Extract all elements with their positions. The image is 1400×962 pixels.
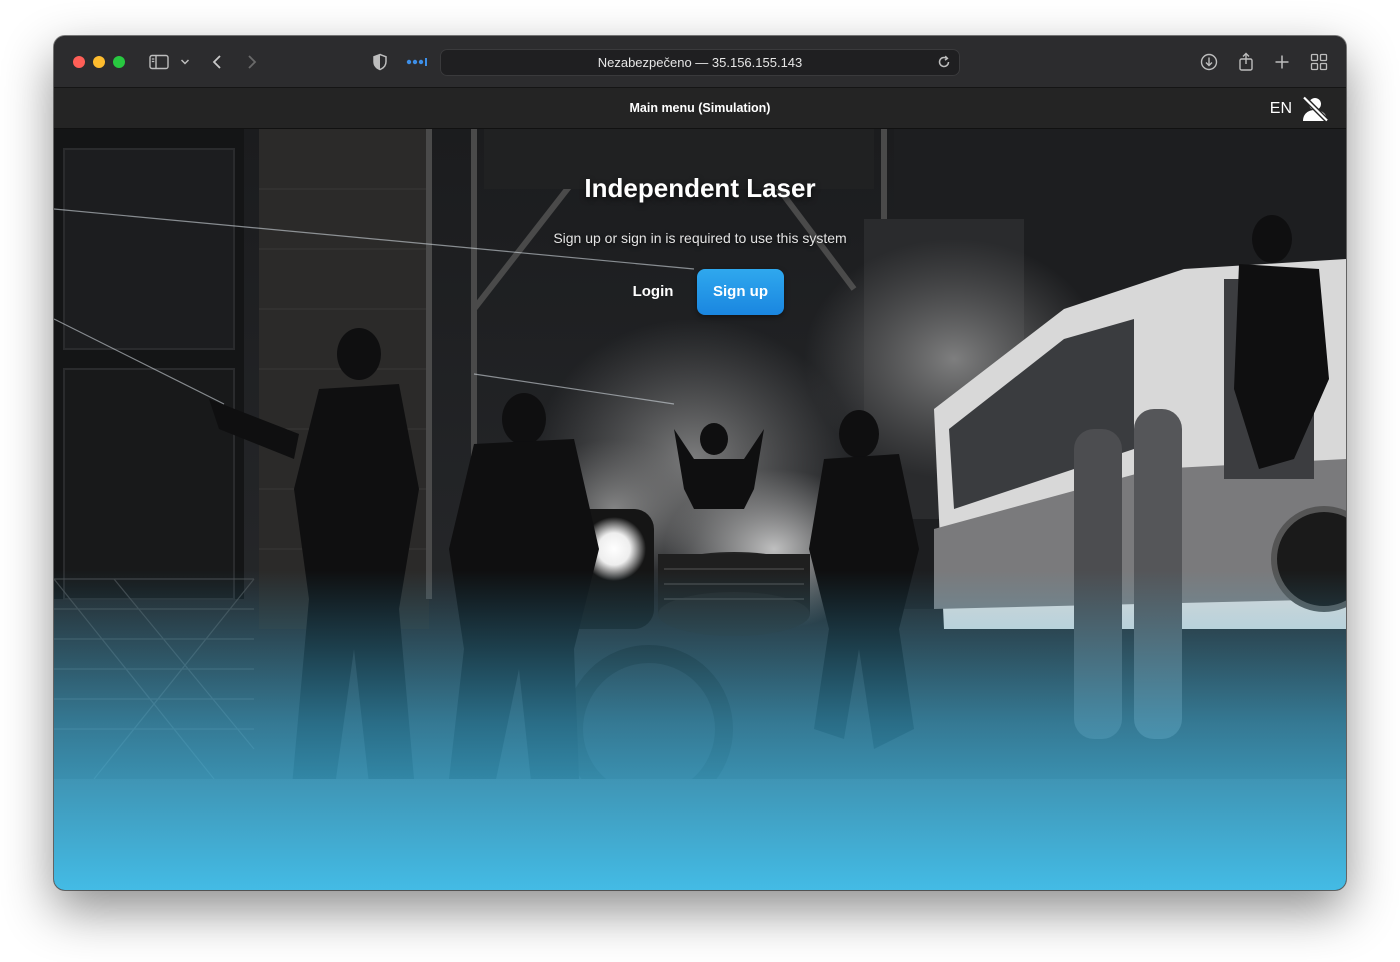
signup-button[interactable]: Sign up: [697, 269, 784, 315]
address-bar[interactable]: Nezabezpečeno — 35.156.155.143: [440, 49, 960, 76]
app-navbar: Main menu (Simulation) EN: [54, 88, 1346, 129]
forward-icon[interactable]: [246, 50, 258, 74]
zoom-window-button[interactable]: [113, 56, 125, 68]
chevron-down-icon[interactable]: [180, 50, 190, 74]
language-switch[interactable]: EN: [1270, 88, 1292, 129]
hero-subtitle: Sign up or sign in is required to use th…: [553, 230, 847, 246]
browser-window: Nezabezpečeno — 35.156.155.143 Main menu…: [54, 36, 1346, 890]
shield-icon[interactable]: [372, 50, 388, 74]
browser-toolbar: Nezabezpečeno — 35.156.155.143: [54, 36, 1346, 88]
tab-overview-icon[interactable]: [1310, 50, 1328, 74]
share-icon[interactable]: [1238, 50, 1254, 74]
user-off-icon[interactable]: [1300, 95, 1330, 123]
hero-title: Independent Laser: [584, 173, 816, 203]
sidebar-icon[interactable]: [149, 50, 169, 74]
nav-title: Main menu (Simulation): [629, 101, 771, 115]
reload-icon[interactable]: [937, 55, 951, 74]
minimize-window-button[interactable]: [93, 56, 105, 68]
hero-section: Independent Laser Sign up or sign in is …: [54, 129, 1346, 890]
login-button[interactable]: Login: [614, 269, 692, 315]
new-tab-icon[interactable]: [1274, 50, 1290, 74]
close-window-button[interactable]: [73, 56, 85, 68]
extension-icon[interactable]: [406, 50, 428, 74]
download-icon[interactable]: [1200, 50, 1218, 74]
address-text: Nezabezpečeno — 35.156.155.143: [597, 55, 803, 70]
back-icon[interactable]: [211, 50, 223, 74]
